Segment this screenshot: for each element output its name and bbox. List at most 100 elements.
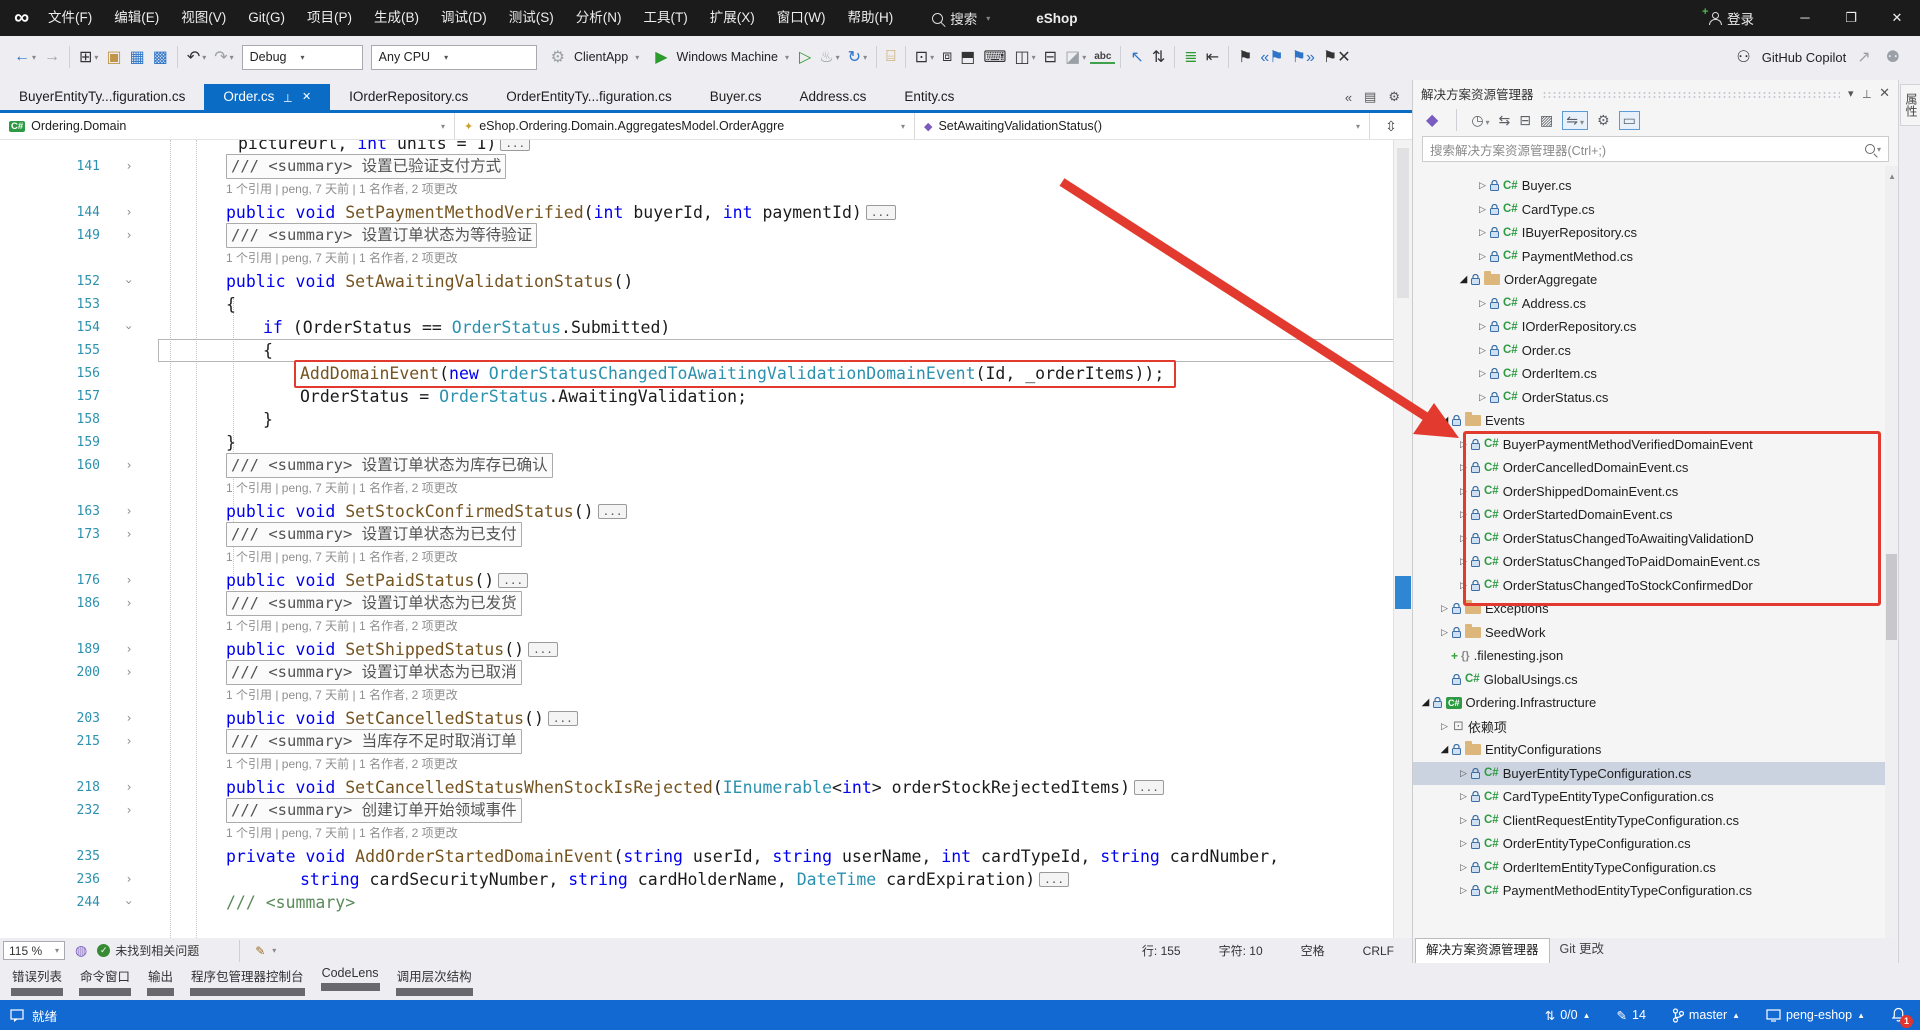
panel-tab[interactable]: 解决方案资源管理器	[1415, 938, 1550, 963]
start-without-debugging-icon[interactable]: ▷	[795, 47, 815, 67]
editor-tab[interactable]: Address.cs	[781, 84, 886, 110]
code-line[interactable]: 159}	[0, 431, 1412, 454]
tree-item[interactable]: ▷ ⊡ 依赖项	[1413, 715, 1898, 739]
save-all-icon[interactable]: ▩	[149, 47, 172, 67]
collapsed-region[interactable]: ...	[498, 573, 529, 588]
tree-item[interactable]: ▷ C# CardTypeEntityTypeConfiguration.cs	[1413, 785, 1898, 809]
collapsed-region[interactable]: ...	[1134, 780, 1164, 795]
fold-marker[interactable]: ›	[100, 661, 158, 684]
line-indicator[interactable]: 行: 155	[1142, 942, 1181, 959]
code-line[interactable]: 235 private void AddOrderStartedDomainEve…	[0, 845, 1412, 868]
codelens-info[interactable]: 1 个引用 | peng, 7 天前 | 1 名作者, 2 项更改	[226, 753, 458, 776]
codelens-info[interactable]: 1 个引用 | peng, 7 天前 | 1 名作者, 2 项更改	[226, 247, 458, 270]
code-line[interactable]: 244 ›/// <summary>	[0, 891, 1412, 914]
tree-item[interactable]: ◢ EntityConfigurations	[1413, 738, 1898, 762]
github-copilot-button[interactable]: ⚇ GitHub Copilot ↗ ⚉	[1732, 47, 1920, 67]
device-layout-icon[interactable]: ◫ ▾	[1011, 47, 1040, 67]
expander-icon[interactable]: ▷	[1457, 533, 1470, 544]
code-line[interactable]: 1 个引用 | peng, 7 天前 | 1 名作者, 2 项更改	[0, 822, 1412, 845]
collapsed-region[interactable]: ...	[500, 140, 531, 151]
fold-marker[interactable]: ›	[100, 868, 158, 891]
show-all-files-icon[interactable]: ▨	[1540, 112, 1553, 129]
tab-list-icon[interactable]: ▤	[1364, 89, 1376, 105]
code-line[interactable]: 144 › public void SetPaymentMethodVerified…	[0, 201, 1412, 224]
expander-icon[interactable]: ▷	[1457, 885, 1470, 896]
expander-icon[interactable]: ▷	[1438, 603, 1451, 614]
menu-item[interactable]: 项目(P)	[296, 0, 363, 36]
code-line[interactable]: 232 › /// <summary> 创建订单开始领域事件	[0, 798, 1412, 823]
menu-item[interactable]: 文件(F)	[37, 0, 103, 36]
column-indicator[interactable]: 字符: 10	[1219, 942, 1263, 959]
redo-icon[interactable]: ↷ ▾	[210, 47, 237, 67]
document-health-indicator[interactable]: ✓ 未找到相关问题	[97, 942, 199, 959]
collapsed-region[interactable]: ...	[528, 642, 558, 657]
selection-actions-icon[interactable]: ✎ ▾	[255, 944, 276, 958]
fold-marker[interactable]: ›	[100, 224, 158, 247]
code-line[interactable]: 1 个引用 | peng, 7 天前 | 1 名作者, 2 项更改	[0, 178, 1412, 201]
expander-icon[interactable]: ▷	[1476, 392, 1489, 403]
code-line[interactable]: 203 › public void SetCancelledStatus()...	[0, 707, 1412, 730]
fold-marker[interactable]: ›	[100, 316, 158, 339]
menu-item[interactable]: 分析(N)	[565, 0, 633, 36]
sync-with-active-document-icon[interactable]: ⇋ ▾	[1562, 110, 1588, 130]
expander-icon[interactable]: ▷	[1476, 298, 1489, 309]
clear-bookmarks-icon[interactable]: ⚑✕	[1319, 47, 1355, 67]
tree-item[interactable]: ▷ C# Address.cs	[1413, 292, 1898, 316]
expander-icon[interactable]: ▷	[1476, 321, 1489, 332]
editor-tab[interactable]: IOrderRepository.cs	[330, 84, 487, 110]
solution-search-input[interactable]: 搜索解决方案资源管理器(Ctrl+;) ▾	[1422, 136, 1889, 162]
expander-icon[interactable]: ▷	[1438, 627, 1451, 638]
tree-item[interactable]: +{} .filenesting.json	[1413, 644, 1898, 668]
fold-marker[interactable]: ›	[100, 799, 158, 822]
collapsed-region[interactable]: ...	[547, 711, 578, 726]
tree-item[interactable]: ▷ C# BuyerPaymentMethodVerifiedDomainEvent	[1413, 433, 1898, 457]
branch-selector[interactable]: master ▲	[1672, 1007, 1740, 1023]
spaces-indicator[interactable]: 空格	[1301, 942, 1325, 959]
code-line[interactable]: 200 › /// <summary> 设置订单状态为已取消	[0, 660, 1412, 685]
expander-icon[interactable]: ▷	[1457, 815, 1470, 826]
restore-button[interactable]: ❐	[1828, 0, 1874, 36]
save-icon[interactable]: ▦	[126, 47, 149, 67]
tree-item[interactable]: ▷ C# OrderShippedDomainEvent.cs	[1413, 480, 1898, 504]
fold-marker[interactable]: ›	[100, 454, 158, 477]
panel-tab[interactable]: Git 更改	[1550, 938, 1614, 963]
tree-item[interactable]: ▷ C# IBuyerRepository.cs	[1413, 221, 1898, 245]
tab-options-icon[interactable]: ⚙	[1388, 89, 1400, 105]
collapsed-region[interactable]: ...	[597, 504, 628, 519]
expander-icon[interactable]: ▷	[1457, 509, 1470, 520]
tree-item[interactable]: ◢ OrderAggregate	[1413, 268, 1898, 292]
code-line[interactable]: 153{	[0, 293, 1412, 316]
tree-item[interactable]: ◢ Events	[1413, 409, 1898, 433]
panel-options-icon[interactable]: ▾	[1848, 87, 1854, 100]
navigate-backward-icon[interactable]: ← ▾	[10, 48, 40, 66]
tree-item[interactable]: C# GlobalUsings.cs	[1413, 668, 1898, 692]
code-line[interactable]: 189 › public void SetShippedStatus()...	[0, 638, 1412, 661]
fold-marker[interactable]: ›	[100, 730, 158, 753]
fold-marker[interactable]: ›	[100, 569, 158, 592]
tree-scrollbar[interactable]: ▲	[1885, 166, 1898, 938]
toggle-bookmark-icon[interactable]: ⚑	[1234, 47, 1256, 67]
menu-item[interactable]: 生成(B)	[363, 0, 430, 36]
undo-icon[interactable]: ↶ ▾	[183, 47, 210, 67]
expander-icon[interactable]: ▷	[1457, 486, 1470, 497]
menu-item[interactable]: 工具(T)	[632, 0, 698, 36]
code-line[interactable]: 152 › public void SetAwaitingValidationSta…	[0, 270, 1412, 293]
deploy-device-icon[interactable]: ⧈	[938, 48, 956, 66]
codelens-info[interactable]: 1 个引用 | peng, 7 天前 | 1 名作者, 2 项更改	[226, 615, 458, 638]
solution-configuration-combo[interactable]: Debug ▾	[241, 44, 363, 70]
tree-item[interactable]: ▷ C# OrderStatusChangedToPaidDomainEvent.c…	[1413, 550, 1898, 574]
expander-icon[interactable]: ▷	[1476, 204, 1489, 215]
tree-item[interactable]: ▷ C# OrderItem.cs	[1413, 362, 1898, 386]
expander-icon[interactable]: ▷	[1457, 838, 1470, 849]
tree-item[interactable]: ▷ C# ClientRequestEntityTypeConfiguration.…	[1413, 809, 1898, 833]
tree-item[interactable]: ▷ C# BuyerEntityTypeConfiguration.cs	[1413, 761, 1898, 785]
codelens-info[interactable]: 1 个引用 | peng, 7 天前 | 1 名作者, 2 项更改	[226, 477, 458, 500]
menu-item[interactable]: 窗口(W)	[766, 0, 837, 36]
scroll-tabs-icon[interactable]: «	[1345, 90, 1352, 105]
menu-item[interactable]: 扩展(X)	[699, 0, 766, 36]
navigate-cursor-icon[interactable]: ↖	[1126, 47, 1147, 67]
expander-icon[interactable]: ◢	[1457, 274, 1470, 285]
code-line[interactable]: 157 OrderStatus = OrderStatus .AwaitingVal…	[0, 385, 1412, 408]
expander-icon[interactable]: ▷	[1476, 251, 1489, 262]
code-line[interactable]: 158}	[0, 408, 1412, 431]
